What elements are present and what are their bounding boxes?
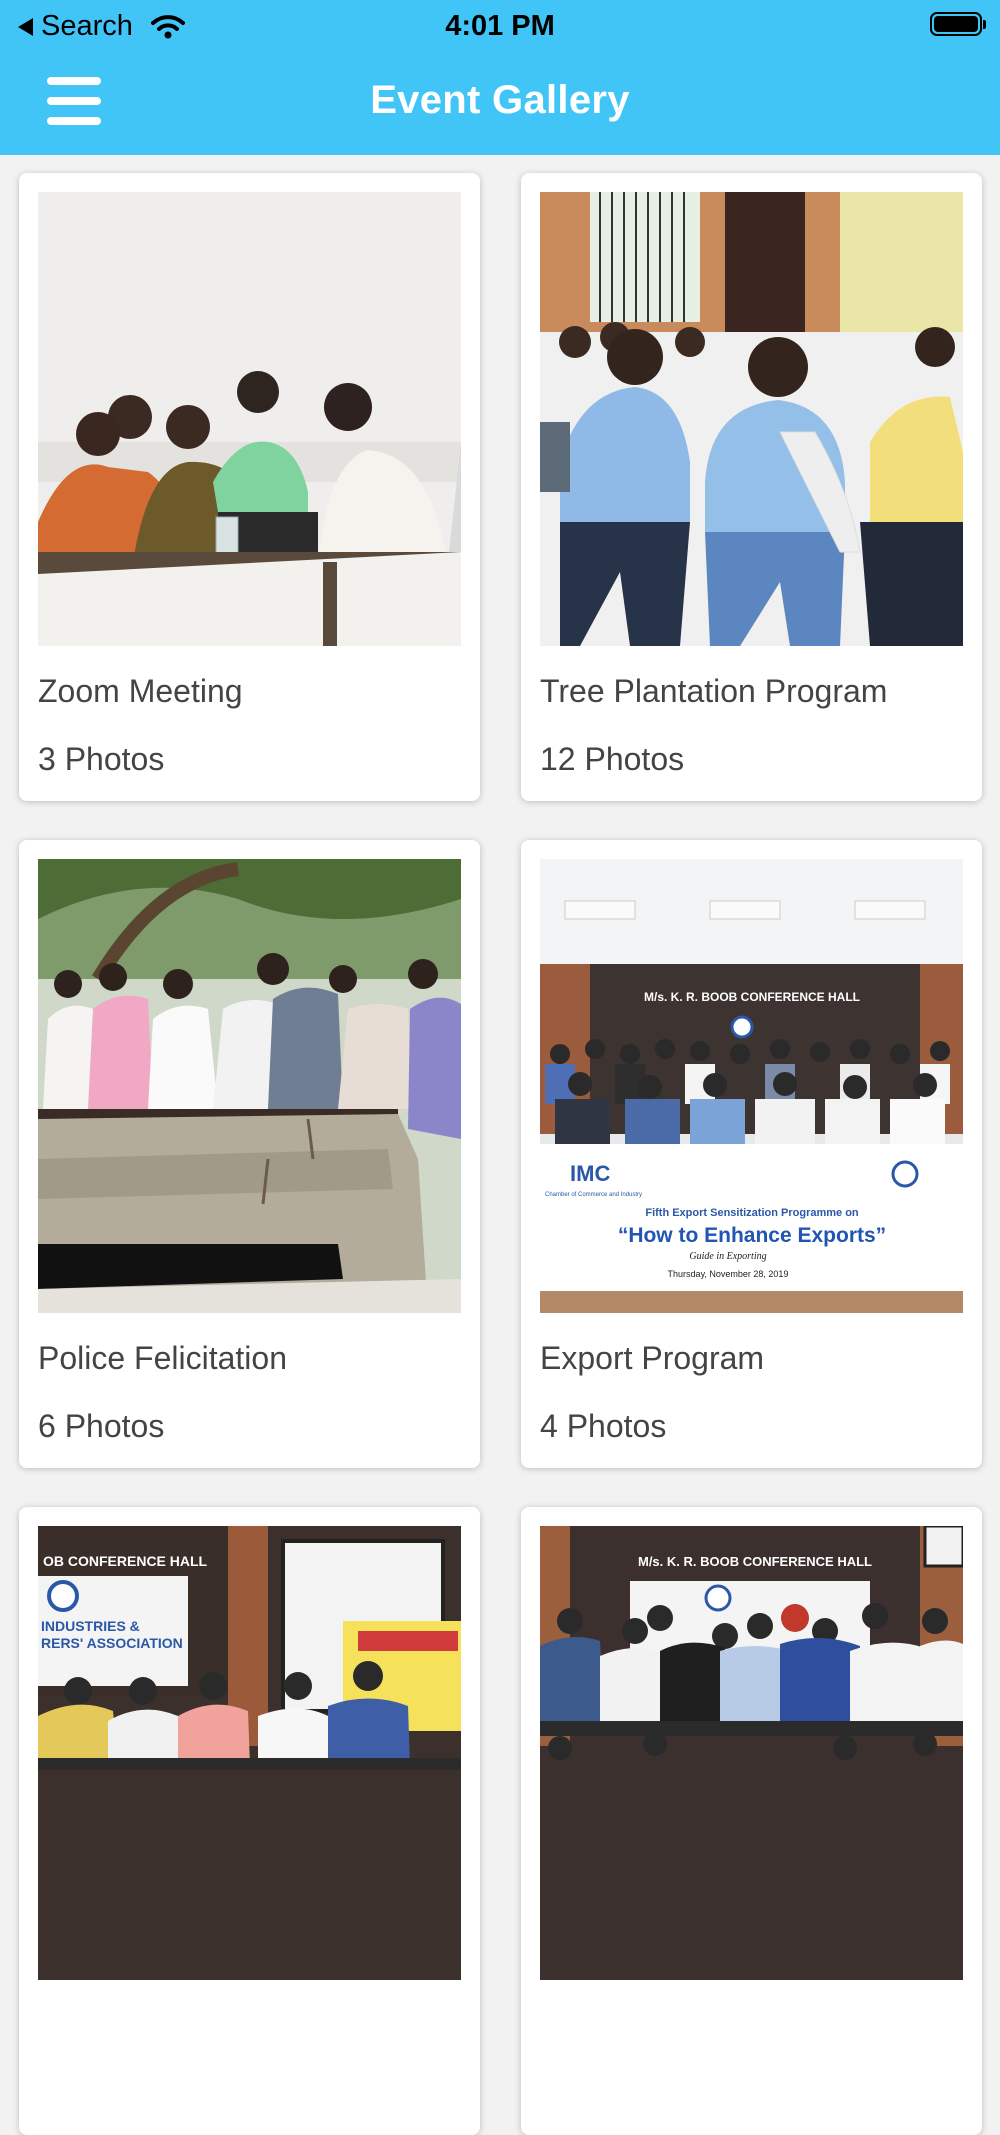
photo-count: 6 Photos xyxy=(38,1408,165,1444)
event-name: Tree Plantation Program xyxy=(540,673,888,709)
event-card[interactable]: M/s. K. R. BOOB CONFERENCE HALL xyxy=(521,840,982,1468)
banner-date-text: Thursday, November 28, 2019 xyxy=(668,1269,789,1279)
photo-count: 12 Photos xyxy=(540,741,685,777)
event-card[interactable]: Tree Plantation Program 12 Photos xyxy=(521,173,982,801)
navigation-bar: Search 4:01 PM Event Gallery xyxy=(0,0,1000,155)
event-name: Export Program xyxy=(540,1340,765,1376)
event-photo: M/s. K. R. BOOB CONFERENCE HALL xyxy=(540,859,963,1313)
banner-line2-text: “How to Enhance Exports” xyxy=(618,1224,886,1247)
event-card[interactable]: Police Felicitation 6 Photos xyxy=(19,840,480,1468)
hall-sign-text: M/s. K. R. BOOB CONFERENCE HALL xyxy=(644,990,860,1004)
event-photo xyxy=(38,192,461,646)
event-card[interactable]: OB CONFERENCE HALL INDUSTRIES & RERS' AS… xyxy=(19,1507,480,2135)
event-photo: M/s. K. R. BOOB CONFERENCE HALL xyxy=(540,1526,963,1980)
page-title: Event Gallery xyxy=(370,78,630,122)
status-time: 4:01 PM xyxy=(445,10,555,42)
banner-line1-text: Fifth Export Sensitization Programme on xyxy=(645,1207,859,1219)
banner-org-text: IMC xyxy=(570,1161,610,1186)
assoc-line2-text: RERS' ASSOCIATION xyxy=(41,1635,183,1651)
banner-line3-text: Guide in Exporting xyxy=(689,1251,766,1262)
event-photo xyxy=(540,192,963,646)
event-photo: OB CONFERENCE HALL INDUSTRIES & RERS' AS… xyxy=(38,1526,461,1980)
event-name: Police Felicitation xyxy=(38,1340,287,1376)
assoc-line1-text: INDUSTRIES & xyxy=(41,1618,140,1634)
photo-count: 4 Photos xyxy=(540,1408,667,1444)
hall-sign-text: M/s. K. R. BOOB CONFERENCE HALL xyxy=(638,1554,872,1569)
event-photo xyxy=(38,859,461,1313)
battery-icon xyxy=(930,12,986,36)
event-name: Zoom Meeting xyxy=(38,673,243,709)
photo-count: 3 Photos xyxy=(38,741,165,777)
event-card[interactable]: M/s. K. R. BOOB CONFERENCE HALL xyxy=(521,1507,982,2135)
status-bar: Search 4:01 PM xyxy=(0,0,1000,50)
banner-sub-text: Chamber of Commerce and Industry xyxy=(545,1192,642,1198)
event-card[interactable]: Zoom Meeting 3 Photos xyxy=(19,173,480,801)
hall-sign-short-text: OB CONFERENCE HALL xyxy=(43,1553,208,1569)
